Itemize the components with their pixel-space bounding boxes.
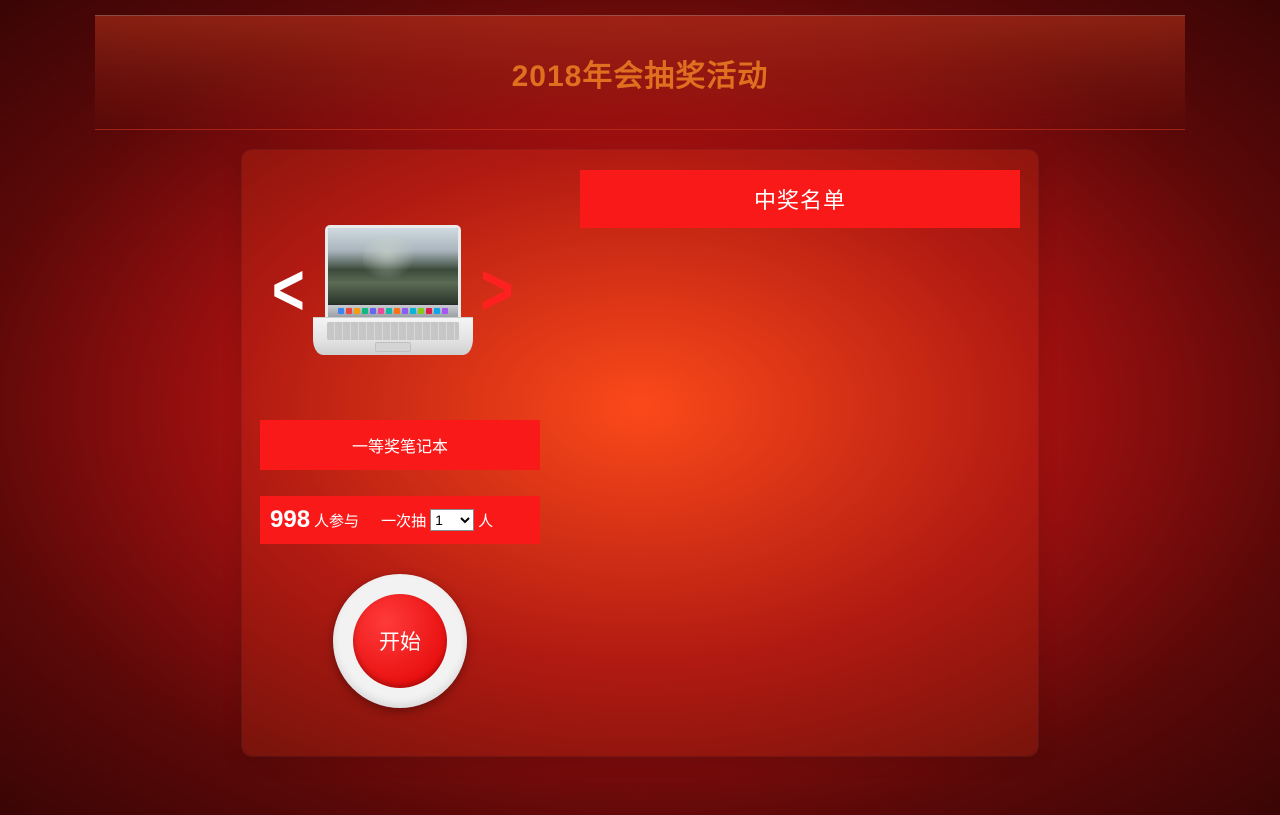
prev-arrow[interactable]: < (272, 254, 305, 327)
prize-area: < > 一等奖笔记本 998 人参与 一次抽 1 人 (260, 170, 600, 708)
draw-count-select[interactable]: 1 (430, 509, 474, 531)
participant-suffix: 人参与 (314, 510, 359, 531)
winner-header: 中奖名单 (580, 170, 1020, 228)
laptop-base (313, 317, 473, 355)
winner-panel: 中奖名单 (580, 170, 1020, 228)
start-button[interactable]: 开始 (333, 574, 467, 708)
draw-suffix: 人 (478, 510, 493, 531)
page-header: 2018年会抽奖活动 (95, 15, 1185, 130)
main-card: < > 一等奖笔记本 998 人参与 一次抽 1 人 (242, 150, 1038, 756)
participant-count: 998 (270, 506, 310, 534)
laptop-wallpaper (328, 228, 458, 304)
laptop-screen (325, 225, 461, 317)
laptop-trackpad (375, 342, 411, 352)
laptop-keyboard (327, 322, 459, 340)
draw-prefix: 一次抽 (381, 510, 426, 531)
start-button-inner: 开始 (353, 594, 447, 688)
next-arrow[interactable]: > (481, 254, 514, 327)
prize-carousel: < > (260, 180, 600, 400)
prize-label: 一等奖笔记本 (260, 420, 540, 470)
laptop-dock (328, 305, 458, 317)
start-wrap: 开始 (260, 574, 540, 708)
page-title: 2018年会抽奖活动 (512, 51, 769, 95)
participant-row: 998 人参与 一次抽 1 人 (260, 496, 540, 544)
prize-image-laptop (313, 225, 473, 355)
